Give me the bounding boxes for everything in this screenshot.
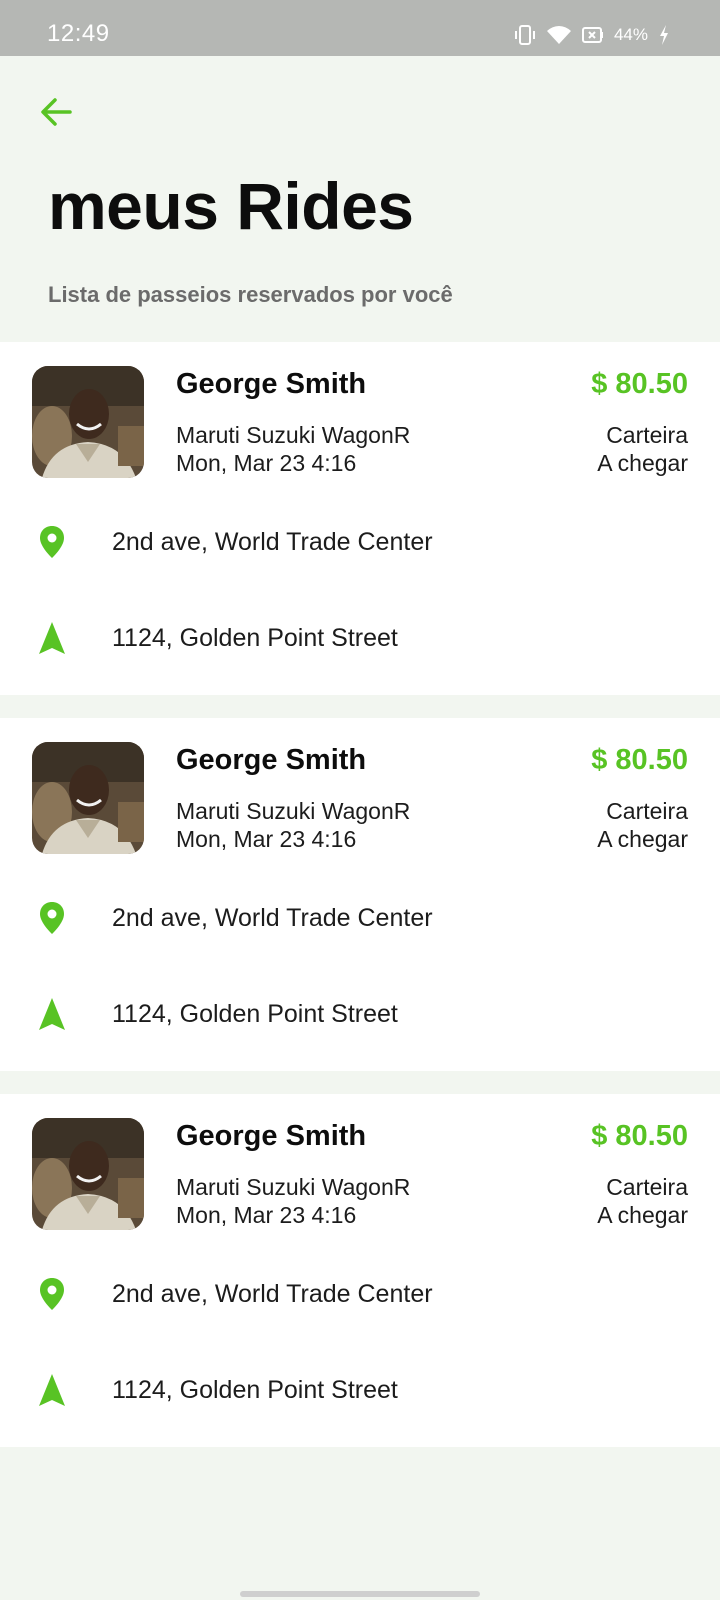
car-model: Maruti Suzuki WagonR: [176, 1174, 411, 1200]
status-time: 12:49: [47, 20, 110, 47]
dropoff-address: 1124, Golden Point Street: [112, 1000, 398, 1028]
charging-icon: [658, 24, 670, 46]
pickup-address: 2nd ave, World Trade Center: [112, 528, 433, 556]
ride-fare: $ 80.50: [591, 368, 688, 400]
dropoff-row: 1124, Golden Point Street: [0, 608, 720, 668]
payment-method: Carteira: [606, 798, 688, 824]
wifi-icon: [546, 24, 572, 46]
map-pin-icon: [36, 1276, 68, 1312]
ride-fare: $ 80.50: [591, 1120, 688, 1152]
dropoff-address: 1124, Golden Point Street: [112, 624, 398, 652]
driver-avatar: [32, 366, 144, 478]
pickup-row: 2nd ave, World Trade Center: [0, 1264, 720, 1324]
home-indicator[interactable]: [240, 1591, 480, 1597]
pickup-address: 2nd ave, World Trade Center: [112, 1280, 433, 1308]
navigation-arrow-icon: [36, 620, 68, 656]
driver-avatar: [32, 1118, 144, 1230]
ride-status: A chegar: [597, 1202, 688, 1228]
payment-method: Carteira: [606, 422, 688, 448]
ride-status: A chegar: [597, 450, 688, 476]
page-subtitle: Lista de passeios reservados por você: [48, 282, 453, 307]
car-model: Maruti Suzuki WagonR: [176, 798, 411, 824]
ride-datetime: Mon, Mar 23 4:16: [176, 826, 357, 852]
dropoff-row: 1124, Golden Point Street: [0, 984, 720, 1044]
map-pin-icon: [36, 524, 68, 560]
ride-card[interactable]: George Smith $ 80.50 Maruti Suzuki Wagon…: [0, 718, 720, 1071]
page-title: meus Rides: [48, 169, 414, 243]
driver-name: George Smith: [176, 744, 367, 776]
ride-card[interactable]: George Smith $ 80.50 Maruti Suzuki Wagon…: [0, 342, 720, 695]
arrow-left-icon: [41, 98, 72, 126]
ride-fare: $ 80.50: [591, 744, 688, 776]
battery-percent: 44%: [613, 25, 648, 44]
ride-card[interactable]: George Smith $ 80.50 Maruti Suzuki Wagon…: [0, 1094, 720, 1447]
ride-status: A chegar: [597, 826, 688, 852]
vibrate-icon: [514, 24, 536, 46]
pickup-address: 2nd ave, World Trade Center: [112, 904, 433, 932]
map-pin-icon: [36, 900, 68, 936]
pickup-row: 2nd ave, World Trade Center: [0, 888, 720, 948]
navigation-arrow-icon: [36, 1372, 68, 1408]
ride-list: George Smith $ 80.50 Maruti Suzuki Wagon…: [0, 342, 720, 1470]
navigation-arrow-icon: [36, 996, 68, 1032]
battery-icon: [581, 26, 604, 44]
pickup-row: 2nd ave, World Trade Center: [0, 512, 720, 572]
dropoff-address: 1124, Golden Point Street: [112, 1376, 398, 1404]
driver-name: George Smith: [176, 1120, 367, 1152]
driver-name: George Smith: [176, 368, 367, 400]
ride-datetime: Mon, Mar 23 4:16: [176, 1202, 357, 1228]
dropoff-row: 1124, Golden Point Street: [0, 1360, 720, 1420]
back-button[interactable]: [36, 92, 76, 132]
ride-datetime: Mon, Mar 23 4:16: [176, 450, 357, 476]
status-icons: 44%: [514, 22, 670, 48]
driver-avatar: [32, 742, 144, 854]
car-model: Maruti Suzuki WagonR: [176, 422, 411, 448]
payment-method: Carteira: [606, 1174, 688, 1200]
status-bar: 12:49 44%: [0, 0, 720, 56]
